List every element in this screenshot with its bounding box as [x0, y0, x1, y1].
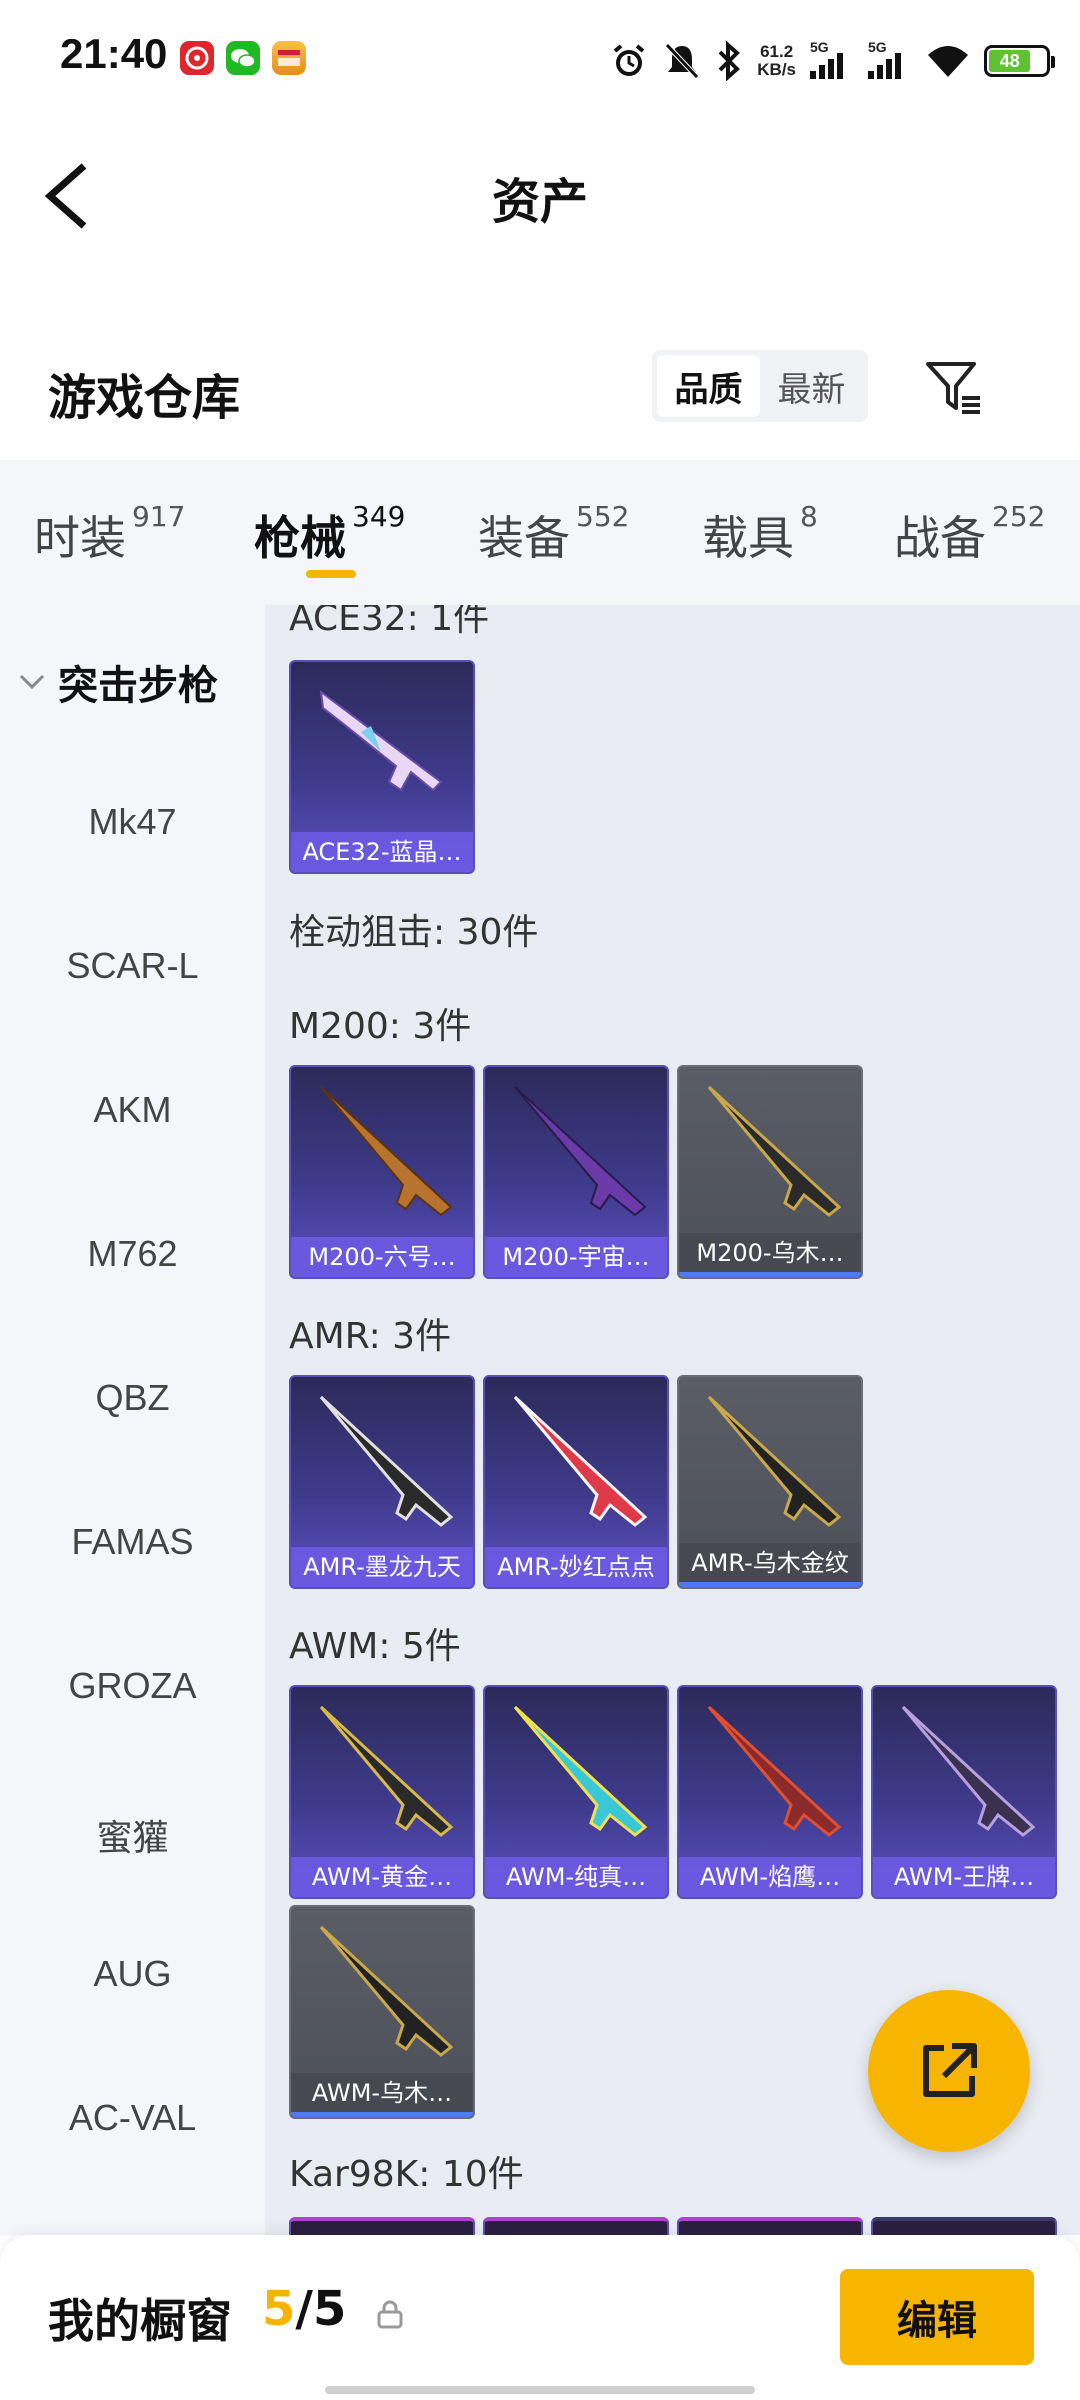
item-card[interactable]: M200-宇宙… — [483, 1065, 669, 1279]
home-indicator[interactable] — [325, 2386, 755, 2394]
sidebar-item-groza[interactable]: GROZA — [0, 1665, 265, 1707]
sniper-skin-image — [319, 1395, 454, 1527]
sidebar-item-honey-badger[interactable]: 蜜獾 — [0, 1809, 265, 1861]
wifi-icon — [928, 46, 968, 77]
lock-icon — [377, 2300, 403, 2329]
group-label-bolt-sniper: 栓动狙击: 30件 — [289, 912, 539, 953]
edit-button[interactable]: 编辑 — [840, 2269, 1034, 2365]
item-name: AWM-焰鹰… — [679, 1857, 861, 1897]
sidebar-item-m762[interactable]: M762 — [0, 1233, 265, 1275]
showcase-count: 5/5 — [262, 2281, 347, 2337]
group-label-kar98k: Kar98K: 10件 — [289, 2154, 524, 2195]
group-label-awm: AWM: 5件 — [289, 1626, 461, 1667]
tab-firearms[interactable]: 枪械 349 — [254, 500, 405, 568]
item-card[interactable]: M200-乌木… — [677, 1065, 863, 1279]
active-tab-indicator — [306, 570, 356, 578]
item-card[interactable] — [483, 2217, 669, 2235]
section-header: 游戏仓库 品质 最新 — [0, 330, 1080, 440]
sniper-skin-image — [707, 1705, 842, 1837]
sidebar-item-ac-val[interactable]: AC-VAL — [0, 2097, 265, 2139]
item-card[interactable]: AWM-王牌… — [871, 1685, 1057, 1899]
item-name: AWM-王牌… — [873, 1857, 1055, 1897]
item-card[interactable]: AMR-妙红点点 — [483, 1375, 669, 1589]
status-time: 21:40 — [60, 30, 168, 77]
page-title: 资产 — [491, 174, 588, 230]
sort-quality[interactable]: 品质 — [657, 355, 760, 417]
category-tabs: 时装 917 枪械 349 装备 552 载具 8 战备 252 — [0, 460, 1080, 605]
status-icons: 61.2 KB/s 5G 5G 48 — [609, 36, 1055, 86]
item-card[interactable]: AMR-墨龙九天 — [289, 1375, 475, 1589]
sidebar-item-qbz[interactable]: QBZ — [0, 1377, 265, 1419]
top-header: 资产 — [0, 120, 1080, 270]
item-name: AWM-乌木… — [291, 2073, 473, 2117]
group-label-m200: M200: 3件 — [289, 1006, 472, 1047]
sniper-skin-image — [319, 1705, 454, 1837]
showcase-bar: 我的橱窗 5/5 编辑 — [0, 2235, 1080, 2400]
section-title: 游戏仓库 — [48, 370, 241, 426]
tab-combat-supplies[interactable]: 战备 252 — [894, 500, 1045, 568]
item-card[interactable]: AWM-纯真… — [483, 1685, 669, 1899]
item-name: AMR-墨龙九天 — [291, 1547, 473, 1587]
item-name: M200-乌木… — [679, 1233, 861, 1277]
wechat-icon — [226, 41, 260, 75]
item-name: AWM-黄金… — [291, 1857, 473, 1897]
game-app-icon — [272, 41, 306, 75]
item-name: M200-宇宙… — [485, 1237, 667, 1277]
sidebar-item-mk47[interactable]: Mk47 — [0, 801, 265, 843]
item-card[interactable]: AMR-乌木金纹 — [677, 1375, 863, 1589]
item-card[interactable]: ACE32-蓝晶… — [289, 660, 475, 874]
item-card[interactable] — [677, 2217, 863, 2235]
netease-music-icon — [180, 41, 214, 75]
item-name: AWM-纯真… — [485, 1857, 667, 1897]
group-label-ace32: ACE32: 1件 — [289, 605, 490, 639]
item-card[interactable] — [289, 2217, 475, 2235]
sniper-skin-image — [707, 1395, 842, 1527]
tab-equipment[interactable]: 装备 552 — [478, 500, 629, 568]
tab-vehicles[interactable]: 载具 8 — [702, 500, 818, 568]
sidebar-item-aug[interactable]: AUG — [0, 1953, 265, 1995]
item-card[interactable]: AWM-黄金… — [289, 1685, 475, 1899]
external-link-icon — [923, 2043, 977, 2097]
battery-icon: 48 — [984, 45, 1055, 77]
item-name: AMR-妙红点点 — [485, 1547, 667, 1587]
signal-icon-2: 5G — [868, 39, 912, 79]
sniper-skin-image — [319, 1925, 454, 2057]
item-card[interactable] — [871, 2217, 1057, 2235]
filter-icon — [926, 362, 980, 414]
alarm-icon — [613, 44, 645, 76]
network-speed: 61.2 KB/s — [757, 42, 796, 79]
item-name: AMR-乌木金纹 — [679, 1543, 861, 1587]
tab-fashion[interactable]: 时装 917 — [34, 500, 185, 568]
chevron-down-icon — [19, 674, 45, 690]
item-card[interactable]: AWM-乌木… — [289, 1905, 475, 2119]
sniper-skin-image — [901, 1705, 1036, 1837]
share-fab-button[interactable] — [868, 1990, 1030, 2152]
item-card[interactable]: AWM-焰鹰… — [677, 1685, 863, 1899]
sniper-skin-image — [514, 1086, 647, 1217]
status-bar: 21:40 61.2 KB/s 5G 5G 48 — [0, 0, 1080, 120]
sniper-skin-image — [707, 1085, 842, 1217]
item-name: ACE32-蓝晶… — [291, 832, 473, 872]
mute-icon — [665, 43, 700, 79]
showcase-label: 我的橱窗 — [48, 2294, 232, 2348]
sort-newest[interactable]: 最新 — [760, 355, 863, 417]
rifle-skin-image — [319, 689, 443, 792]
bluetooth-icon — [718, 41, 741, 81]
sniper-skin-image — [513, 1705, 648, 1837]
sniper-skin-image — [320, 1086, 453, 1217]
sniper-skin-image — [513, 1395, 648, 1527]
filter-button[interactable] — [924, 358, 984, 418]
item-card[interactable]: M200-六号… — [289, 1065, 475, 1279]
sidebar-item-akm[interactable]: AKM — [0, 1089, 265, 1131]
sort-toggle: 品质 最新 — [652, 350, 868, 422]
item-name: M200-六号… — [291, 1237, 473, 1277]
sidebar-item-famas[interactable]: FAMAS — [0, 1521, 265, 1563]
weapon-type-sidebar: 突击步枪 Mk47 SCAR-L AKM M762 QBZ FAMAS GROZ… — [0, 605, 265, 2235]
sidebar-group-assault-rifles[interactable]: 突击步枪 — [18, 653, 218, 711]
signal-icon: 5G — [810, 39, 854, 79]
sidebar-item-scar-l[interactable]: SCAR-L — [0, 945, 265, 987]
group-label-amr: AMR: 3件 — [289, 1316, 452, 1357]
